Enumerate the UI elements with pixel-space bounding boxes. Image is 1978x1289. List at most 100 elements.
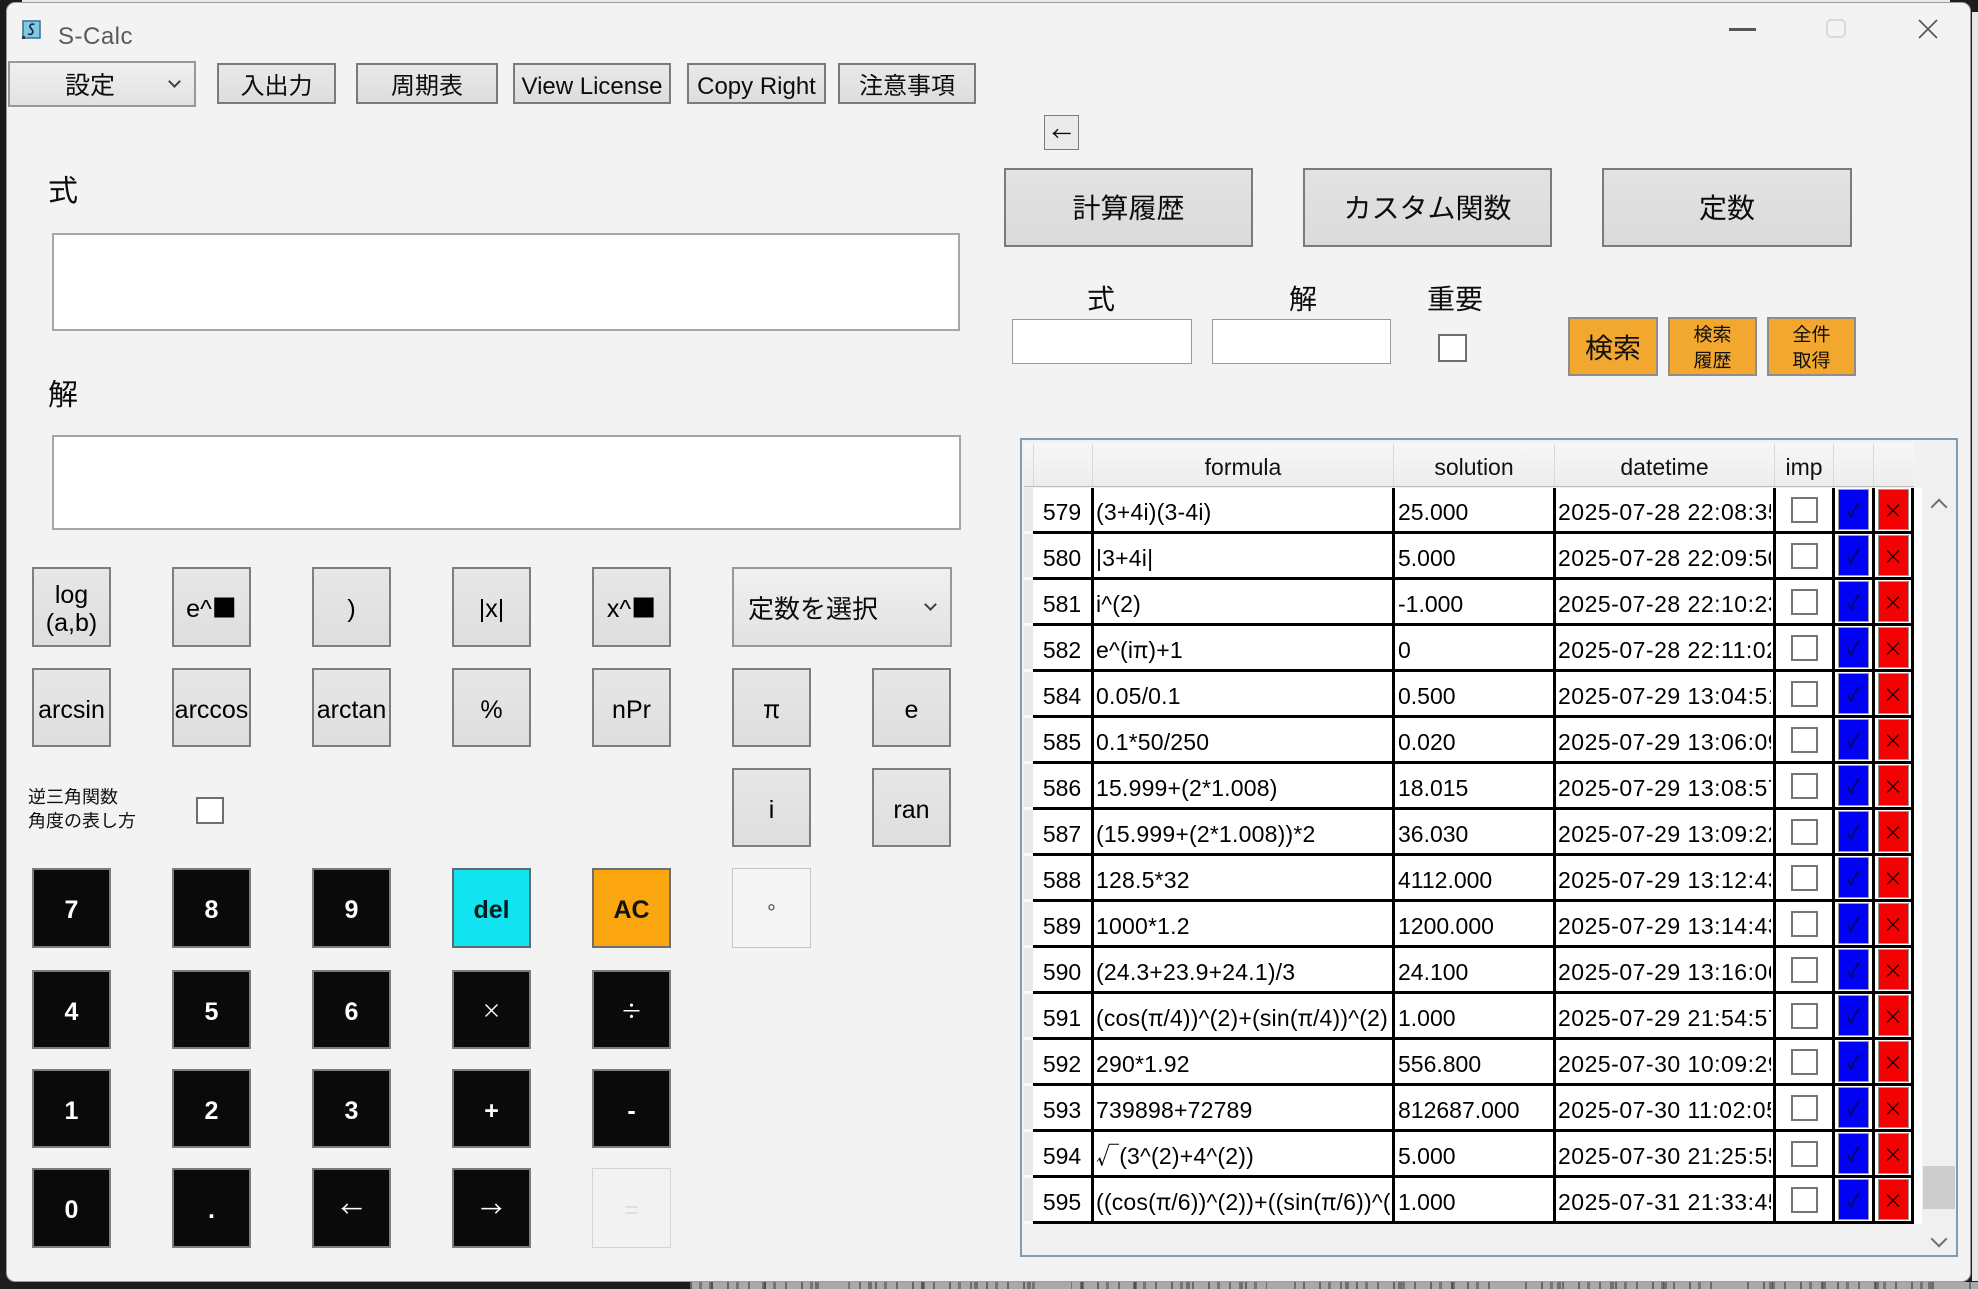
- scroll-up-icon[interactable]: [1930, 498, 1948, 516]
- close-paren-key[interactable]: ): [312, 567, 391, 647]
- key-minus[interactable]: -: [592, 1069, 671, 1148]
- arcsin-key[interactable]: arcsin: [32, 668, 111, 747]
- check-button[interactable]: ✓: [1838, 811, 1869, 852]
- pi-key[interactable]: π: [732, 668, 811, 747]
- fetch-all-button[interactable]: 全件 取得: [1767, 317, 1856, 376]
- delete-button[interactable]: ×: [1877, 1133, 1909, 1174]
- delete-button[interactable]: ×: [1877, 673, 1909, 714]
- key-4[interactable]: 4: [32, 970, 111, 1049]
- table-row[interactable]: 581 i^(2) -1.000 2025-07-28 22:10:23 ✓ ×: [1033, 580, 1914, 626]
- column-header-imp[interactable]: imp: [1776, 443, 1832, 487]
- check-button[interactable]: ✓: [1838, 627, 1869, 668]
- expression-input[interactable]: [52, 233, 960, 331]
- abs-key[interactable]: |x|: [452, 567, 531, 647]
- constant-select[interactable]: 定数を選択: [732, 567, 952, 647]
- back-button[interactable]: ←: [1044, 115, 1079, 150]
- table-row[interactable]: 593 739898+72789 812687.000 2025-07-30 1…: [1033, 1086, 1914, 1132]
- table-row[interactable]: 591 (cos(π/4))^(2)+(sin(π/4))^(2) 1.000 …: [1033, 994, 1914, 1040]
- important-checkbox[interactable]: [1790, 634, 1818, 661]
- filter-important-checkbox[interactable]: [1438, 334, 1467, 362]
- key-5[interactable]: 5: [172, 970, 251, 1049]
- close-icon[interactable]: [1917, 18, 1939, 40]
- important-checkbox[interactable]: [1790, 1002, 1818, 1029]
- e-key[interactable]: e: [872, 668, 951, 747]
- table-row[interactable]: 585 0.1*50/250 0.020 2025-07-29 13:06:09…: [1033, 718, 1914, 764]
- important-checkbox[interactable]: [1790, 772, 1818, 799]
- key-ac[interactable]: AC: [592, 868, 671, 948]
- tab-constants[interactable]: 定数: [1602, 168, 1852, 247]
- ran-key[interactable]: ran: [872, 768, 951, 847]
- i-key[interactable]: i: [732, 768, 811, 847]
- check-button[interactable]: ✓: [1838, 1179, 1869, 1220]
- key-equals[interactable]: =: [592, 1168, 671, 1248]
- delete-button[interactable]: ×: [1877, 1179, 1909, 1220]
- arctan-key[interactable]: arctan: [312, 668, 391, 747]
- column-header-solution[interactable]: solution: [1395, 443, 1553, 487]
- check-button[interactable]: ✓: [1838, 1087, 1869, 1128]
- io-button[interactable]: 入出力: [217, 63, 336, 104]
- important-checkbox[interactable]: [1790, 496, 1818, 523]
- key-arrow-left[interactable]: ←: [312, 1168, 391, 1248]
- delete-button[interactable]: ×: [1877, 949, 1909, 990]
- important-checkbox[interactable]: [1790, 864, 1818, 891]
- key-divide[interactable]: ÷: [592, 970, 671, 1049]
- notes-button[interactable]: 注意事項: [838, 63, 976, 104]
- check-button[interactable]: ✓: [1838, 489, 1869, 530]
- check-button[interactable]: ✓: [1838, 995, 1869, 1036]
- delete-button[interactable]: ×: [1877, 627, 1909, 668]
- filter-solution-input[interactable]: [1212, 319, 1391, 364]
- settings-select[interactable]: 設定: [8, 61, 196, 107]
- key-arrow-right[interactable]: →: [452, 1168, 531, 1248]
- delete-button[interactable]: ×: [1877, 995, 1909, 1036]
- scrollbar-thumb[interactable]: [1923, 1166, 1955, 1209]
- table-row[interactable]: 590 (24.3+23.9+24.1)/3 24.100 2025-07-29…: [1033, 948, 1914, 994]
- check-button[interactable]: ✓: [1838, 765, 1869, 806]
- arccos-key[interactable]: arccos: [172, 668, 251, 747]
- search-history-button[interactable]: 検索 履歴: [1668, 317, 1757, 376]
- important-checkbox[interactable]: [1790, 1048, 1818, 1075]
- vertical-scrollbar[interactable]: [1922, 488, 1956, 1255]
- e-power-key[interactable]: e^■: [172, 567, 251, 647]
- search-button[interactable]: 検索: [1568, 317, 1658, 376]
- important-checkbox[interactable]: [1790, 1094, 1818, 1121]
- check-button[interactable]: ✓: [1838, 1041, 1869, 1082]
- npr-key[interactable]: nPr: [592, 668, 671, 747]
- delete-button[interactable]: ×: [1877, 765, 1909, 806]
- important-checkbox[interactable]: [1790, 910, 1818, 937]
- delete-button[interactable]: ×: [1877, 903, 1909, 944]
- solution-output[interactable]: [52, 435, 961, 530]
- minimize-icon[interactable]: [1729, 28, 1756, 31]
- table-row[interactable]: 588 128.5*32 4112.000 2025-07-29 13:12:4…: [1033, 856, 1914, 902]
- table-row[interactable]: 580 |3+4i| 5.000 2025-07-28 22:09:50 ✓ ×: [1033, 534, 1914, 580]
- table-row[interactable]: 582 e^(iπ)+1 0 2025-07-28 22:11:02 ✓ ×: [1033, 626, 1914, 672]
- table-row[interactable]: 594 √(3^(2)+4^(2)) 5.000 2025-07-30 21:2…: [1033, 1132, 1914, 1178]
- table-row[interactable]: 587 (15.999+(2*1.008))*2 36.030 2025-07-…: [1033, 810, 1914, 856]
- filter-expression-input[interactable]: [1012, 319, 1192, 364]
- important-checkbox[interactable]: [1790, 1186, 1818, 1213]
- check-button[interactable]: ✓: [1838, 673, 1869, 714]
- key-7[interactable]: 7: [32, 868, 111, 948]
- check-button[interactable]: ✓: [1838, 1133, 1869, 1174]
- table-row[interactable]: 589 1000*1.2 1200.000 2025-07-29 13:14:4…: [1033, 902, 1914, 948]
- check-button[interactable]: ✓: [1838, 903, 1869, 944]
- inverse-trig-checkbox[interactable]: [196, 797, 224, 824]
- key-degree[interactable]: °: [732, 868, 811, 948]
- key-1[interactable]: 1: [32, 1069, 111, 1148]
- column-header-datetime[interactable]: datetime: [1556, 443, 1773, 487]
- key-2[interactable]: 2: [172, 1069, 251, 1148]
- check-button[interactable]: ✓: [1838, 719, 1869, 760]
- delete-button[interactable]: ×: [1877, 489, 1909, 530]
- key-0[interactable]: 0: [32, 1168, 111, 1248]
- maximize-icon[interactable]: [1826, 19, 1846, 38]
- important-checkbox[interactable]: [1790, 818, 1818, 845]
- important-checkbox[interactable]: [1790, 680, 1818, 707]
- delete-button[interactable]: ×: [1877, 1087, 1909, 1128]
- important-checkbox[interactable]: [1790, 726, 1818, 753]
- table-row[interactable]: 592 290*1.92 556.800 2025-07-30 10:09:29…: [1033, 1040, 1914, 1086]
- table-row[interactable]: 586 15.999+(2*1.008) 18.015 2025-07-29 1…: [1033, 764, 1914, 810]
- log-ab-key[interactable]: log (a,b): [32, 567, 111, 647]
- check-button[interactable]: ✓: [1838, 581, 1869, 622]
- delete-button[interactable]: ×: [1877, 811, 1909, 852]
- key-8[interactable]: 8: [172, 868, 251, 948]
- key-del[interactable]: del: [452, 868, 531, 948]
